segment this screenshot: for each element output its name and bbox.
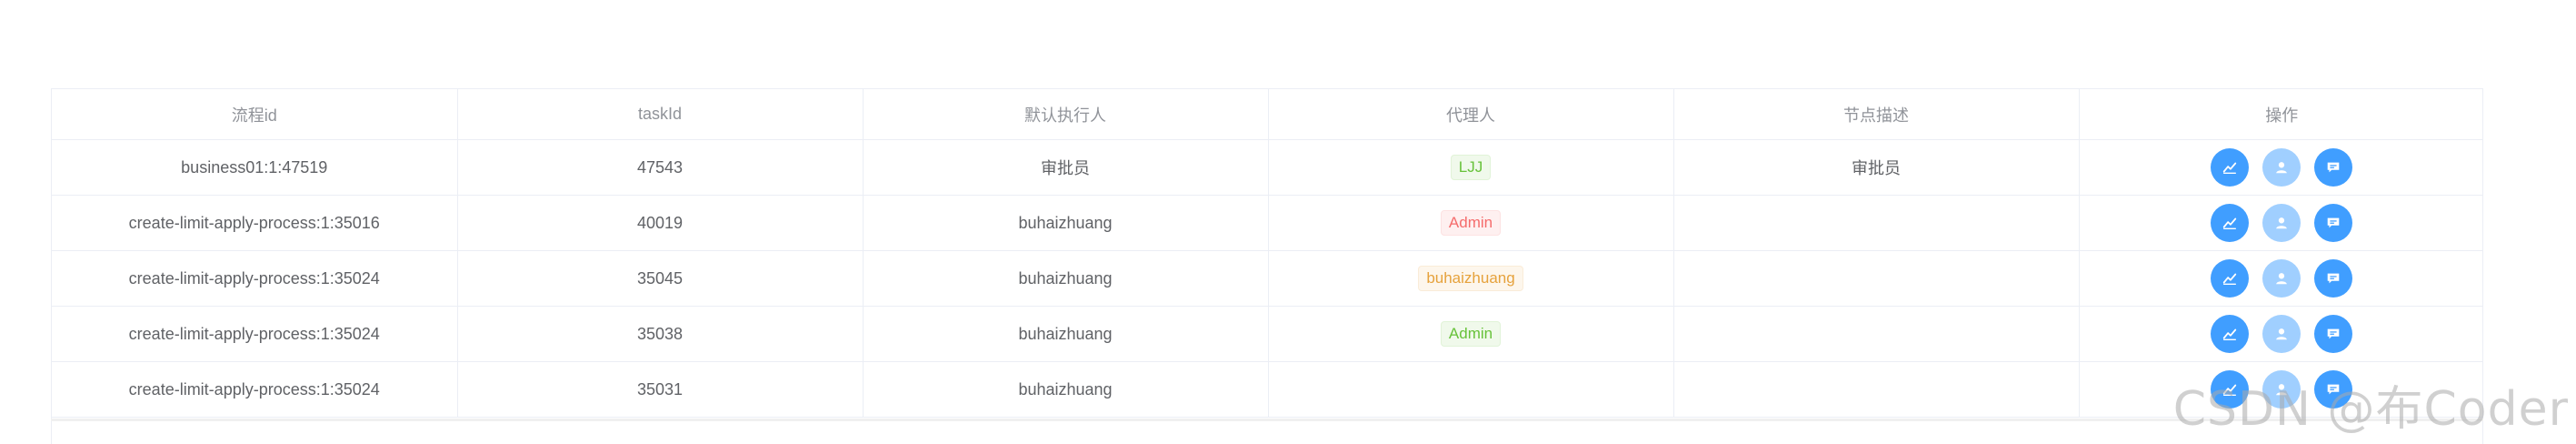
- user-button[interactable]: [2262, 370, 2301, 409]
- cell-agent: [1268, 361, 1674, 418]
- agent-tag: Admin: [1440, 321, 1502, 347]
- table-row: create-limit-apply-process:1:35024 35045 b…: [52, 250, 2482, 307]
- approve-icon: [2222, 381, 2238, 398]
- cell-description: 审批员: [1673, 139, 2080, 196]
- header-process-id: 流程id: [52, 89, 458, 140]
- header-agent: 代理人: [1268, 89, 1674, 140]
- cell-agent: Admin: [1268, 306, 1674, 362]
- approve-button[interactable]: [2211, 148, 2250, 187]
- cell-assignee: buhaizhuang: [863, 306, 1269, 362]
- user-icon: [2273, 270, 2290, 287]
- header-operations: 操作: [2079, 89, 2482, 140]
- approve-icon: [2222, 159, 2238, 176]
- cell-process-id: business01:1:47519: [52, 139, 458, 196]
- cell-description: [1673, 361, 2080, 418]
- cell-operations: [2079, 250, 2482, 307]
- user-icon: [2273, 215, 2290, 231]
- comment-button[interactable]: [2314, 204, 2353, 242]
- agent-tag: Admin: [1440, 210, 1502, 236]
- cell-assignee: buhaizhuang: [863, 250, 1269, 307]
- approve-icon: [2222, 215, 2238, 231]
- user-icon: [2273, 326, 2290, 342]
- comment-icon: [2325, 381, 2341, 398]
- table-bottom-edge: [51, 419, 2483, 421]
- header-task-id: taskId: [457, 89, 864, 140]
- cell-task-id: 40019: [457, 195, 864, 251]
- cell-description: [1673, 306, 2080, 362]
- table-row: create-limit-apply-process:1:35024 35038 b…: [52, 306, 2482, 362]
- comment-button[interactable]: [2314, 148, 2353, 187]
- task-table: 流程id taskId 默认执行人 代理人 节点描述 操作 business01…: [51, 88, 2483, 444]
- user-icon: [2273, 381, 2290, 398]
- cell-process-id: create-limit-apply-process:1:35016: [52, 195, 458, 251]
- header-assignee: 默认执行人: [863, 89, 1269, 140]
- operation-buttons: [2211, 315, 2353, 353]
- comment-button[interactable]: [2314, 315, 2353, 353]
- operation-buttons: [2211, 259, 2353, 298]
- table-header-row: 流程id taskId 默认执行人 代理人 节点描述 操作: [52, 89, 2482, 140]
- comment-icon: [2325, 270, 2341, 287]
- cell-assignee: 审批员: [863, 139, 1269, 196]
- table-row: create-limit-apply-process:1:35024 35031 b…: [52, 361, 2482, 418]
- operation-buttons: [2211, 370, 2353, 409]
- agent-tag: buhaizhuang: [1418, 266, 1523, 291]
- cell-operations: [2079, 306, 2482, 362]
- cell-agent: Admin: [1268, 195, 1674, 251]
- page: 流程id taskId 默认执行人 代理人 节点描述 操作 business01…: [0, 0, 2576, 444]
- user-button[interactable]: [2262, 204, 2301, 242]
- user-icon: [2273, 159, 2290, 176]
- table-row: business01:1:47519 47543 审批员 LJJ 审批员: [52, 139, 2482, 196]
- comment-icon: [2325, 326, 2341, 342]
- cell-agent: buhaizhuang: [1268, 250, 1674, 307]
- cell-task-id: 35031: [457, 361, 864, 418]
- operation-buttons: [2211, 204, 2353, 242]
- user-button[interactable]: [2262, 259, 2301, 298]
- cell-task-id: 35045: [457, 250, 864, 307]
- header-description: 节点描述: [1673, 89, 2080, 140]
- user-button[interactable]: [2262, 148, 2301, 187]
- cell-description: [1673, 195, 2080, 251]
- approve-icon: [2222, 270, 2238, 287]
- cell-assignee: buhaizhuang: [863, 361, 1269, 418]
- approve-button[interactable]: [2211, 370, 2250, 409]
- cell-process-id: create-limit-apply-process:1:35024: [52, 361, 458, 418]
- approve-button[interactable]: [2211, 204, 2250, 242]
- cell-operations: [2079, 139, 2482, 196]
- table-row: create-limit-apply-process:1:35016 40019 b…: [52, 195, 2482, 251]
- comment-icon: [2325, 215, 2341, 231]
- approve-icon: [2222, 326, 2238, 342]
- user-button[interactable]: [2262, 315, 2301, 353]
- cell-process-id: create-limit-apply-process:1:35024: [52, 250, 458, 307]
- cell-operations: [2079, 195, 2482, 251]
- comment-button[interactable]: [2314, 370, 2353, 409]
- cell-task-id: 35038: [457, 306, 864, 362]
- comment-icon: [2325, 159, 2341, 176]
- approve-button[interactable]: [2211, 259, 2250, 298]
- cell-assignee: buhaizhuang: [863, 195, 1269, 251]
- cell-operations: [2079, 361, 2482, 418]
- agent-tag: LJJ: [1450, 155, 1492, 180]
- cell-process-id: create-limit-apply-process:1:35024: [52, 306, 458, 362]
- operation-buttons: [2211, 148, 2353, 187]
- comment-button[interactable]: [2314, 259, 2353, 298]
- cell-agent: LJJ: [1268, 139, 1674, 196]
- cell-description: [1673, 250, 2080, 307]
- cell-task-id: 47543: [457, 139, 864, 196]
- approve-button[interactable]: [2211, 315, 2250, 353]
